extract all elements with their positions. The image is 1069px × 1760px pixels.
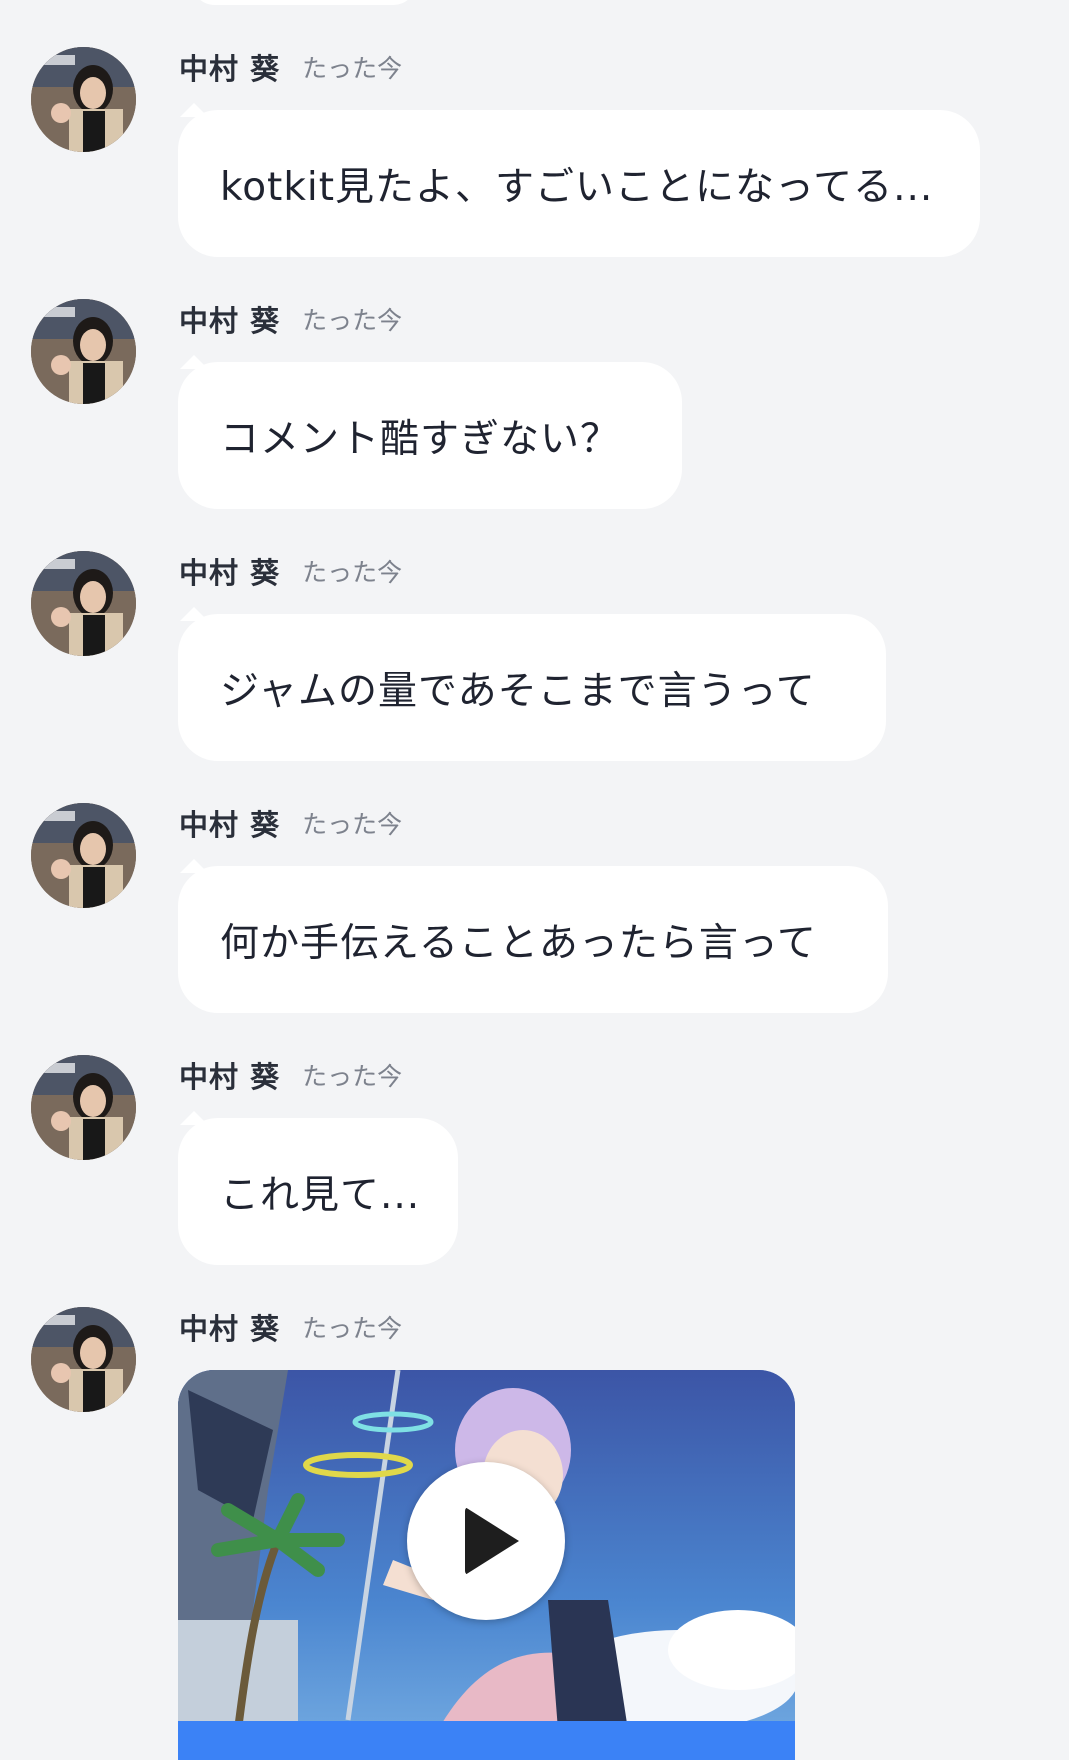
sender-name[interactable]: 中村 葵 <box>179 298 280 340</box>
message-bubble[interactable]: 何か手伝えることあったら言って <box>178 859 888 1013</box>
bubble-tail <box>180 1111 208 1125</box>
bubble-tail <box>180 607 208 621</box>
play-icon <box>465 1507 519 1575</box>
message-bubble[interactable]: ジャムの量であそこまで言うって <box>178 607 886 761</box>
message-timestamp: たった今 <box>302 810 403 839</box>
message-timestamp: たった今 <box>302 54 403 83</box>
message-timestamp: たった今 <box>302 1314 403 1343</box>
bubble-tail <box>180 355 208 369</box>
message-text: コメント酷すぎない？ <box>220 416 621 462</box>
play-button[interactable] <box>407 1462 565 1620</box>
message-bubble[interactable]: コメント酷すぎない？ <box>178 355 682 509</box>
sender-name[interactable]: 中村 葵 <box>179 802 280 844</box>
sender-name[interactable]: 中村 葵 <box>179 1054 280 1096</box>
message-text: 何か手伝えることあったら言って <box>220 920 817 966</box>
bubble-tail <box>180 859 208 873</box>
video-attachment[interactable] <box>178 1370 795 1760</box>
message-meta: 中村 葵 たった今 <box>179 1307 402 1347</box>
message-timestamp: たった今 <box>302 558 403 587</box>
message-meta: 中村 葵 たった今 <box>179 299 402 339</box>
message-timestamp: たった今 <box>302 306 403 335</box>
message-bubble[interactable]: これ見て... <box>178 1111 458 1265</box>
message-text: これ見て... <box>220 1172 421 1218</box>
avatar[interactable] <box>31 1307 136 1412</box>
video-caption-bar <box>178 1721 795 1760</box>
message-bubble[interactable]: kotkit見たよ、すごいことになってる... <box>178 103 980 257</box>
message-timestamp: たった今 <box>302 1062 403 1091</box>
avatar[interactable] <box>31 47 136 152</box>
avatar[interactable] <box>31 803 136 908</box>
bubble-tail <box>180 103 208 117</box>
message-text: ジャムの量であそこまで言うって <box>220 668 816 714</box>
previous-message-bubble[interactable] <box>192 0 416 5</box>
message-meta: 中村 葵 たった今 <box>179 803 402 843</box>
avatar[interactable] <box>31 551 136 656</box>
message-meta: 中村 葵 たった今 <box>179 551 402 591</box>
message-text: kotkit見たよ、すごいことになってる... <box>220 164 934 210</box>
chat-thread: 中村 葵 たった今 kotkit見たよ、すごいことになってる... 中村 葵 た… <box>0 0 1069 1760</box>
avatar[interactable] <box>31 1055 136 1160</box>
sender-name[interactable]: 中村 葵 <box>179 1306 280 1348</box>
sender-name[interactable]: 中村 葵 <box>179 46 280 88</box>
message-meta: 中村 葵 たった今 <box>179 1055 402 1095</box>
sender-name[interactable]: 中村 葵 <box>179 550 280 592</box>
avatar[interactable] <box>31 299 136 404</box>
message-meta: 中村 葵 たった今 <box>179 47 402 87</box>
